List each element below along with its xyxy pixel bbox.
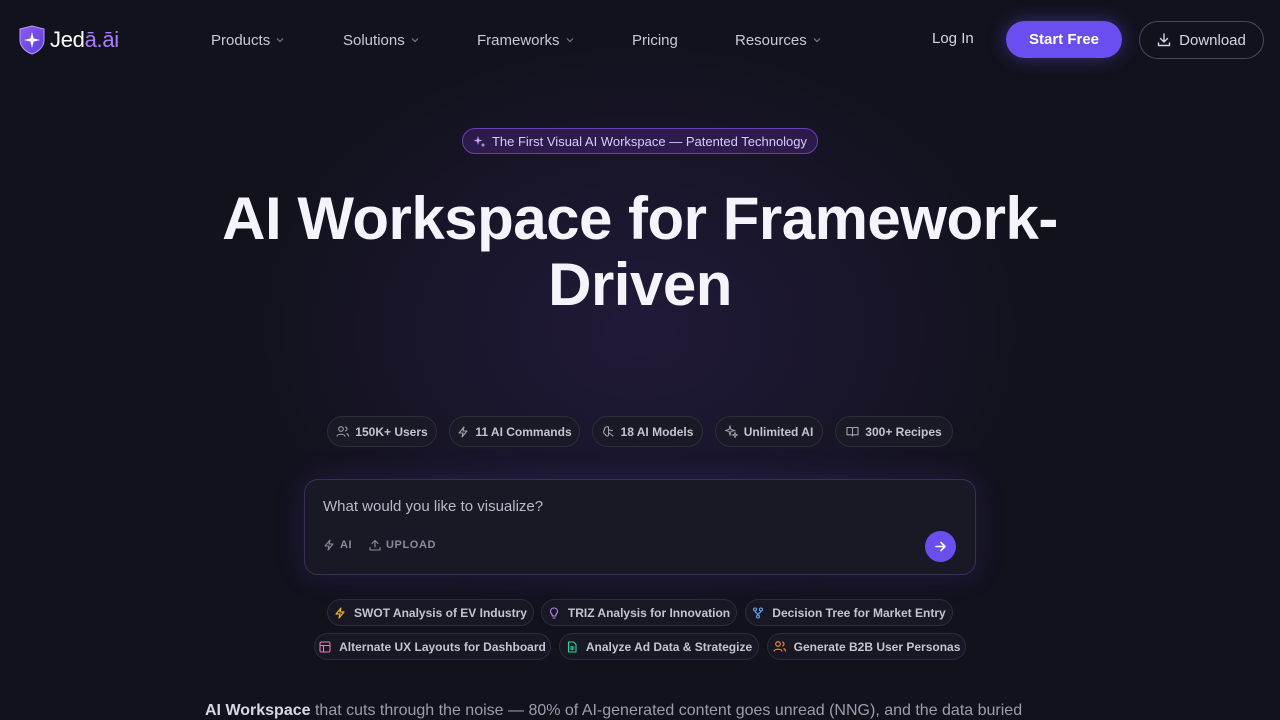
stat-models-label: 18 AI Models: [620, 424, 694, 439]
nav-pricing[interactable]: Pricing: [632, 30, 678, 50]
chevron-down-icon: [276, 38, 284, 43]
stats-row: 150K+ Users 11 AI Commands 18 AI Models …: [0, 416, 1280, 447]
chevron-down-icon: [813, 38, 821, 43]
hero-badge: The First Visual AI Workspace — Patented…: [462, 128, 818, 154]
brand-name: Jedā.āi: [50, 27, 119, 52]
page-title: AI Workspace for Framework- Driven: [200, 186, 1080, 318]
intro-rest: that cuts through the noise — 80% of AI-…: [310, 702, 1023, 719]
nav-resources-label: Resources: [735, 31, 807, 49]
chevron-down-icon: [566, 38, 573, 43]
prompt-input[interactable]: What would you like to visualize?: [323, 498, 543, 515]
suggestion-label: TRIZ Analysis for Innovation: [567, 605, 731, 620]
layout-icon: [319, 640, 331, 653]
intro-lead: AI Workspace: [205, 702, 311, 719]
page-title-line2: Driven: [548, 251, 732, 318]
suggestion-ad-data[interactable]: Analyze Ad Data & Strategize: [559, 633, 759, 660]
bolt-icon: [324, 539, 334, 551]
suggestion-ux-layouts[interactable]: Alternate UX Layouts for Dashboard: [314, 633, 551, 660]
sheet-icon: [567, 640, 577, 653]
stat-recipes: 300+ Recipes: [835, 416, 953, 447]
users-icon: [773, 641, 786, 652]
suggestion-triz[interactable]: TRIZ Analysis for Innovation: [541, 599, 737, 626]
stat-unlimited: Unlimited AI: [715, 416, 823, 447]
bolt-icon: [335, 606, 345, 619]
top-nav: Jedā.āi Products Solutions Frameworks Pr…: [0, 0, 1280, 80]
stat-commands-label: 11 AI Commands: [475, 424, 572, 439]
sparkle-icon: [473, 135, 486, 147]
bolt-icon: [458, 425, 468, 438]
download-button[interactable]: Download: [1139, 21, 1264, 59]
ai-tool-label: AI: [340, 539, 353, 551]
upload-label: UPLOAD: [386, 539, 437, 551]
suggestion-decision-tree[interactable]: Decision Tree for Market Entry: [745, 599, 953, 626]
stat-commands: 11 AI Commands: [449, 416, 580, 447]
start-free-button[interactable]: Start Free: [1006, 21, 1122, 58]
suggestion-personas[interactable]: Generate B2B User Personas: [767, 633, 966, 660]
send-button[interactable]: [925, 531, 956, 562]
arrow-right-icon: [935, 541, 946, 552]
suggestion-label: Alternate UX Layouts for Dashboard: [339, 639, 546, 654]
users-icon: [336, 426, 350, 437]
stat-models: 18 AI Models: [592, 416, 703, 447]
nav-frameworks[interactable]: Frameworks: [477, 30, 574, 50]
suggestion-label: Decision Tree for Market Entry: [772, 605, 946, 620]
sparkle-shield-icon: [16, 24, 48, 56]
stat-unlimited-label: Unlimited AI: [743, 424, 814, 439]
nav-products-label: Products: [211, 31, 271, 49]
stat-users: 150K+ Users: [327, 416, 437, 447]
prompt-box[interactable]: What would you like to visualize? AI UPL…: [304, 479, 976, 575]
stat-recipes-label: 300+ Recipes: [865, 424, 942, 439]
brain-icon: [602, 426, 614, 437]
branch-icon: [753, 606, 764, 619]
hero-badge-text: The First Visual AI Workspace — Patented…: [491, 133, 808, 149]
nav-products[interactable]: Products: [211, 30, 284, 50]
suggestion-label: Generate B2B User Personas: [793, 639, 961, 654]
brand-logo[interactable]: Jedā.āi: [16, 24, 119, 56]
lightbulb-icon: [549, 606, 558, 619]
suggestion-label: SWOT Analysis of EV Industry: [354, 605, 527, 620]
ai-tool-button[interactable]: AI: [323, 539, 352, 551]
page-title-line1: AI Workspace for Framework-: [222, 185, 1058, 252]
upload-icon: [369, 539, 381, 551]
intro-paragraph: AI Workspace that cuts through the noise…: [205, 702, 1105, 720]
nav-solutions-label: Solutions: [343, 31, 405, 49]
chevron-down-icon: [411, 38, 419, 43]
upload-button[interactable]: UPLOAD: [369, 539, 436, 551]
sparkle-icon: [724, 425, 738, 438]
book-icon: [846, 426, 859, 437]
nav-resources[interactable]: Resources: [735, 30, 821, 50]
stat-users-label: 150K+ Users: [355, 424, 428, 439]
suggestion-swot[interactable]: SWOT Analysis of EV Industry: [327, 599, 534, 626]
download-label: Download: [1179, 31, 1246, 49]
nav-frameworks-label: Frameworks: [477, 31, 560, 49]
suggestion-label: Analyze Ad Data & Strategize: [585, 639, 753, 654]
nav-pricing-label: Pricing: [632, 31, 678, 49]
login-link[interactable]: Log In: [932, 30, 974, 47]
download-icon: [1157, 33, 1171, 47]
nav-solutions[interactable]: Solutions: [343, 30, 419, 50]
